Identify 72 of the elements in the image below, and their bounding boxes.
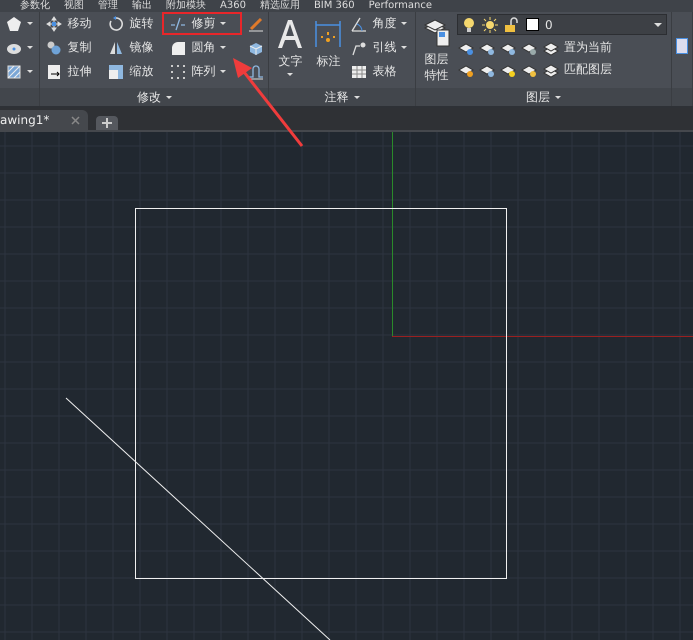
ribbon-tab[interactable]: 附加模块: [166, 0, 206, 12]
caret-icon: [287, 73, 294, 76]
scale-squares-icon: [108, 64, 124, 80]
tool-button[interactable]: 修剪: [164, 14, 240, 33]
angle-icon: [351, 16, 368, 32]
tool-button[interactable]: 表格: [349, 62, 410, 81]
dropdown-caret-icon: [654, 22, 662, 26]
tool-button[interactable]: 缩放: [106, 62, 164, 81]
new-tab-button[interactable]: [96, 116, 118, 130]
move-arrows-icon: [46, 16, 62, 32]
leader-line-icon: [351, 40, 368, 56]
caret-icon: [220, 22, 226, 25]
caret-icon: [555, 96, 561, 98]
dimension-tool-button[interactable]: 标注: [311, 14, 346, 88]
color-swatch: [526, 18, 539, 31]
stretch-icon: [46, 64, 62, 80]
panel-title-button[interactable]: 图层: [416, 88, 671, 106]
lightbulb-icon: [462, 16, 476, 32]
tool-button[interactable]: 匹配图层: [541, 60, 614, 79]
array-dots-icon: [170, 64, 186, 80]
ribbon-tab[interactable]: 视图: [64, 0, 84, 12]
panel-title-button[interactable]: 修改: [40, 88, 268, 106]
caret-icon: [166, 96, 172, 98]
tool-button[interactable]: 圆角: [168, 38, 240, 57]
mirror-triangles-icon: [108, 40, 124, 56]
tool-button[interactable]: 引线: [349, 38, 410, 57]
ribbon-tab[interactable]: 参数化: [20, 0, 50, 12]
fillet-corner-icon: [170, 40, 186, 56]
panel-title-button[interactable]: 注释: [269, 88, 415, 106]
dimension-icon: [313, 18, 344, 50]
layer-dropdown[interactable]: 0: [457, 14, 667, 35]
offset-curve-icon: [248, 64, 264, 80]
caret-icon: [220, 46, 226, 49]
tool-button[interactable]: 移动: [44, 14, 102, 33]
ribbon-tab[interactable]: Performance: [368, 0, 432, 12]
caret-icon: [27, 70, 33, 73]
tool-button[interactable]: 置为当前: [541, 38, 614, 57]
layer-stack-icon: [543, 40, 559, 56]
rotate-circle-icon: [108, 16, 124, 32]
tool-button[interactable]: 旋转: [106, 14, 164, 33]
text-tool-button[interactable]: 文字: [273, 14, 308, 88]
plus-icon: [102, 118, 112, 128]
copy-circles-icon: [46, 40, 62, 56]
caret-icon: [220, 70, 226, 73]
drawing-tool-button[interactable]: [4, 14, 35, 33]
layer-stack-icon: [422, 18, 450, 48]
sun-icon: [482, 16, 498, 32]
ribbon-tab[interactable]: 输出: [132, 0, 152, 12]
ribbon-tab[interactable]: 管理: [98, 0, 118, 12]
table-grid-icon: [351, 64, 368, 80]
hatch-square-icon: [6, 64, 22, 80]
caret-icon: [27, 46, 33, 49]
caret-icon: [27, 22, 33, 25]
ribbon-tab[interactable]: BIM 360: [314, 0, 355, 12]
tool-button[interactable]: 镜像: [106, 38, 164, 57]
document-tab[interactable]: awing1*: [0, 110, 88, 130]
layer-properties-button[interactable]: 图层特性: [420, 14, 453, 88]
tool-button[interactable]: 复制: [44, 38, 102, 57]
caret-icon: [401, 22, 408, 25]
close-icon: [71, 116, 80, 124]
brush-icon: [248, 16, 264, 32]
tool-button[interactable]: 拉伸: [44, 62, 102, 81]
caret-icon: [354, 96, 360, 98]
tool-button[interactable]: 角度: [349, 14, 410, 33]
ribbon-tab[interactable]: A360: [220, 0, 246, 12]
tool-button[interactable]: 阵列: [168, 62, 240, 81]
polygon-icon: [6, 16, 22, 32]
trim-line-icon: [170, 16, 186, 32]
caret-icon: [401, 46, 408, 49]
padlock-open-icon: [504, 16, 520, 32]
letter-a-icon: [276, 18, 304, 50]
layer-stack-icon: [543, 62, 559, 78]
